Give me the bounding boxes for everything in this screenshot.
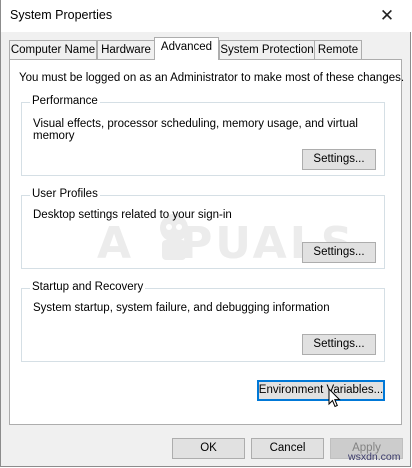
title-bar: System Properties ✕ (1, 0, 411, 32)
environment-variables-button[interactable]: Environment Variables... (257, 380, 385, 401)
system-properties-window: System Properties ✕ Computer Name Hardwa… (0, 0, 411, 467)
startup-recovery-description: System startup, system failure, and debu… (33, 302, 330, 314)
window-title: System Properties (10, 8, 113, 22)
mouse-pointer-icon (328, 388, 341, 408)
performance-description: Visual effects, processor scheduling, me… (33, 118, 358, 142)
ok-button[interactable]: OK (172, 438, 245, 459)
startup-recovery-settings-button[interactable]: Settings... (302, 334, 376, 355)
startup-recovery-label: Startup and Recovery (30, 281, 146, 293)
user-profiles-settings-button[interactable]: Settings... (302, 242, 376, 263)
user-profiles-description: Desktop settings related to your sign-in (33, 209, 232, 221)
user-profiles-label: User Profiles (30, 188, 100, 200)
performance-settings-button[interactable]: Settings... (302, 149, 376, 170)
tab-remote[interactable]: Remote (314, 40, 362, 60)
tab-advanced[interactable]: Advanced (154, 37, 219, 60)
performance-label: Performance (30, 95, 100, 107)
cancel-button[interactable]: Cancel (251, 438, 324, 459)
tab-system-protection[interactable]: System Protection (219, 40, 315, 60)
tab-hardware[interactable]: Hardware (97, 40, 155, 60)
tab-computer-name[interactable]: Computer Name (9, 40, 97, 60)
admin-note: You must be logged on as an Administrato… (19, 72, 405, 84)
close-icon[interactable]: ✕ (373, 2, 401, 30)
site-label: wsxdn.com (348, 451, 401, 463)
